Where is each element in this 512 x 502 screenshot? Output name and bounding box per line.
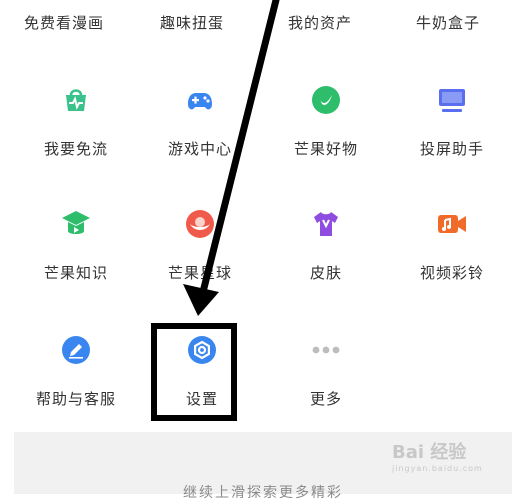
baidu-watermark: Bai 经验 jingyan.baidu.com (392, 438, 483, 473)
grid-item-label: 芒果星球 (167, 264, 232, 282)
grid-item-label: 免费看漫画 (23, 14, 104, 32)
grid-item-label: 我要免流 (43, 140, 108, 158)
grid-item-free-data[interactable]: 我要免流 (12, 84, 140, 160)
cart-pulse-icon (60, 84, 92, 116)
grid-item-label: 帮助与客服 (35, 390, 116, 408)
grid-item-label: 我的资产 (287, 14, 352, 32)
checkmark-icon (310, 84, 342, 116)
highlight-box (151, 323, 237, 421)
grid-item-help-service[interactable]: 帮助与客服 (12, 334, 140, 410)
more-dots-icon (310, 334, 342, 366)
grid-item-label: 芒果知识 (43, 264, 108, 282)
grid-item-label: 更多 (309, 390, 342, 408)
grid-item-video-ringtone[interactable]: 视频彩铃 (388, 208, 512, 284)
watermark-sub: jingyan.baidu.com (392, 464, 483, 473)
planet-icon (184, 208, 216, 240)
grid-item-label: 投屏助手 (419, 140, 484, 158)
grid-item-label: 游戏中心 (167, 140, 232, 158)
grid-item-mango-planet[interactable]: 芒果星球 (136, 208, 264, 284)
grid-item-screen-cast[interactable]: 投屏助手 (388, 84, 512, 160)
gamepad-icon (184, 84, 216, 116)
grid-item-skin[interactable]: 皮肤 (262, 208, 390, 284)
shirt-icon (310, 208, 342, 240)
grid-item-mango-knowledge[interactable]: 芒果知识 (12, 208, 140, 284)
grid-item-label: 皮肤 (309, 264, 342, 282)
grid-item-label: 趣味扭蛋 (159, 14, 224, 32)
monitor-icon (436, 84, 468, 116)
grid-item-label: 牛奶盒子 (415, 14, 480, 32)
video-bell-icon (436, 208, 468, 240)
grid-item-label: 视频彩铃 (419, 264, 484, 282)
grid-item-game-center[interactable]: 游戏中心 (136, 84, 264, 160)
grad-cap-icon (60, 208, 92, 240)
pencil-icon (60, 334, 92, 366)
grid-item-mango-goods[interactable]: 芒果好物 (262, 84, 390, 160)
scroll-hint: 继续上滑探索更多精彩 (183, 485, 343, 501)
feature-grid: 免费看漫画 趣味扭蛋 我的资产 牛奶盒子 我要免流 游戏中心 芒果好物 投屏助手 (0, 0, 512, 432)
grid-item-label: 芒果好物 (293, 140, 358, 158)
watermark-brand: Bai 经验 (392, 442, 467, 463)
grid-item-more[interactable]: 更多 (262, 334, 390, 410)
